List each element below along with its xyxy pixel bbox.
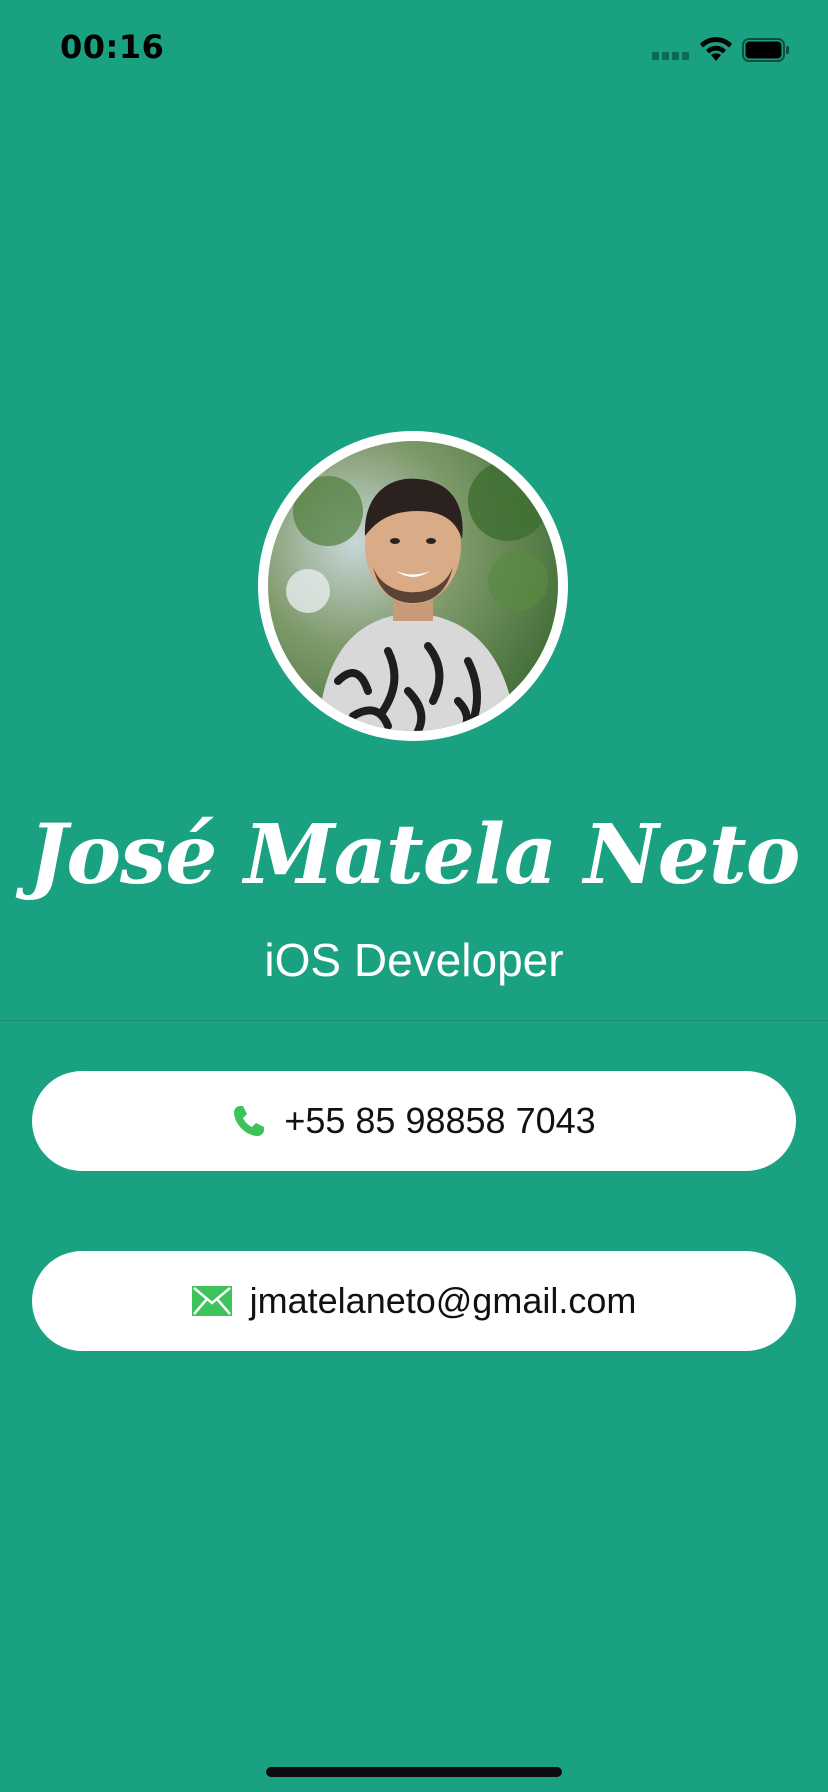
envelope-icon	[191, 1286, 232, 1316]
profile-name: José Matela Neto	[28, 807, 801, 903]
email-address: jmatelaneto@gmail.com	[249, 1280, 637, 1321]
avatar	[258, 431, 568, 741]
profile-photo	[268, 441, 558, 731]
phone-icon	[234, 1106, 265, 1136]
phone-number: +55 85 98858 7043	[284, 1100, 596, 1141]
status-time: 00:16	[60, 28, 165, 66]
status-bar: 00:16	[0, 0, 828, 100]
battery-icon	[742, 38, 789, 62]
cellular-signal-icon	[652, 52, 690, 60]
profile-role: iOS Developer	[264, 934, 564, 986]
phone-contact-button[interactable]: +55 85 98858 7043	[32, 1071, 796, 1171]
email-contact-button[interactable]: jmatelaneto@gmail.com	[32, 1251, 796, 1351]
wifi-icon	[700, 37, 732, 61]
home-indicator[interactable]	[266, 1767, 562, 1777]
divider	[0, 1020, 828, 1021]
